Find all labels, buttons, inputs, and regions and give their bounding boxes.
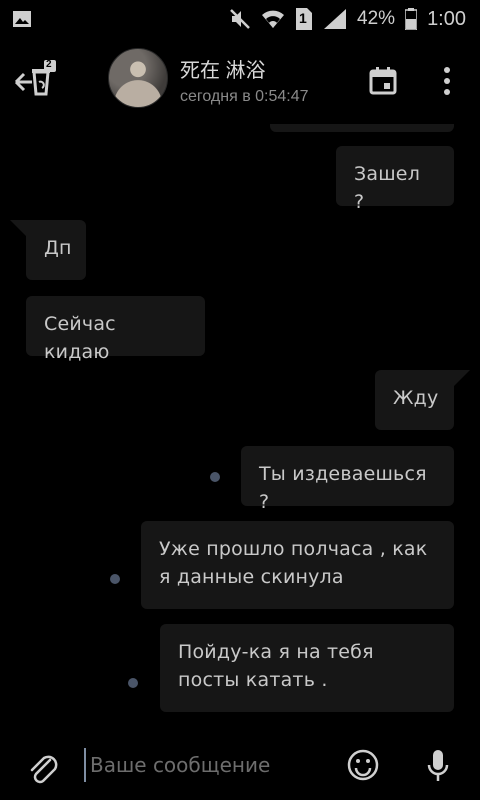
sim-icon: 1 xyxy=(295,7,313,31)
more-vert-icon xyxy=(444,67,450,95)
battery-icon xyxy=(405,8,418,30)
message-text: Дп xyxy=(44,237,72,259)
message-text: Зашел ? xyxy=(354,163,421,213)
moon-icon xyxy=(46,9,64,29)
back-button[interactable]: 2 xyxy=(12,58,58,104)
more-options-button[interactable] xyxy=(438,64,456,98)
message-bubble-outgoing[interactable]: Жду xyxy=(375,370,454,430)
message-text: Ты издеваешься ? xyxy=(259,463,427,513)
signal-icon xyxy=(323,8,347,30)
calendar-button[interactable] xyxy=(368,66,398,96)
paperclip-icon xyxy=(30,755,58,784)
message-composer xyxy=(0,730,480,800)
message-bubble-outgoing[interactable]: Пойду-ка я на тебя посты катать . xyxy=(160,624,454,712)
message-text: Уже прошло полчаса , как я данные скинул… xyxy=(159,538,428,588)
sim-slot-number: 1 xyxy=(299,10,307,26)
message-input[interactable] xyxy=(84,748,330,782)
emoji-button[interactable] xyxy=(346,748,380,782)
mute-icon xyxy=(229,8,251,30)
message-text: Пойду-ка я на тебя посты катать . xyxy=(178,641,374,691)
mic-icon xyxy=(427,750,449,781)
calendar-icon xyxy=(369,67,397,95)
message-bubble-outgoing[interactable]: Зашел ? xyxy=(336,146,454,213)
attach-button[interactable] xyxy=(26,750,58,784)
unread-indicator xyxy=(110,574,120,584)
chat-header: 2 死在 淋浴 сегодня в 0:54:47 xyxy=(0,38,480,124)
battery-percent: 42% xyxy=(357,8,396,29)
message-bubble-incoming[interactable]: Дп xyxy=(26,220,86,280)
clock: 1:00 xyxy=(427,7,466,30)
voice-message-button[interactable] xyxy=(426,748,450,784)
last-seen-status: сегодня в 0:54:47 xyxy=(180,88,309,105)
message-bubble-outgoing[interactable]: Уже прошло полчаса , как я данные скинул… xyxy=(141,521,454,609)
unread-indicator xyxy=(128,678,138,688)
avatar[interactable] xyxy=(108,48,168,108)
message-bubble-partial xyxy=(270,124,454,132)
message-bubble-incoming[interactable]: Сейчас кидаю xyxy=(26,296,205,363)
emoji-icon xyxy=(347,749,379,781)
message-text: Сейчас кидаю xyxy=(44,313,116,363)
message-bubble-outgoing[interactable]: Ты издеваешься ? xyxy=(241,446,454,513)
message-text: Жду xyxy=(393,387,439,409)
status-bar: 1 42% 1:00 xyxy=(0,0,480,38)
unread-indicator xyxy=(210,472,220,482)
wifi-icon xyxy=(261,8,285,30)
image-icon xyxy=(12,9,32,29)
contact-name[interactable]: 死在 淋浴 xyxy=(180,54,266,83)
back-badge-count: 2 xyxy=(46,59,52,70)
